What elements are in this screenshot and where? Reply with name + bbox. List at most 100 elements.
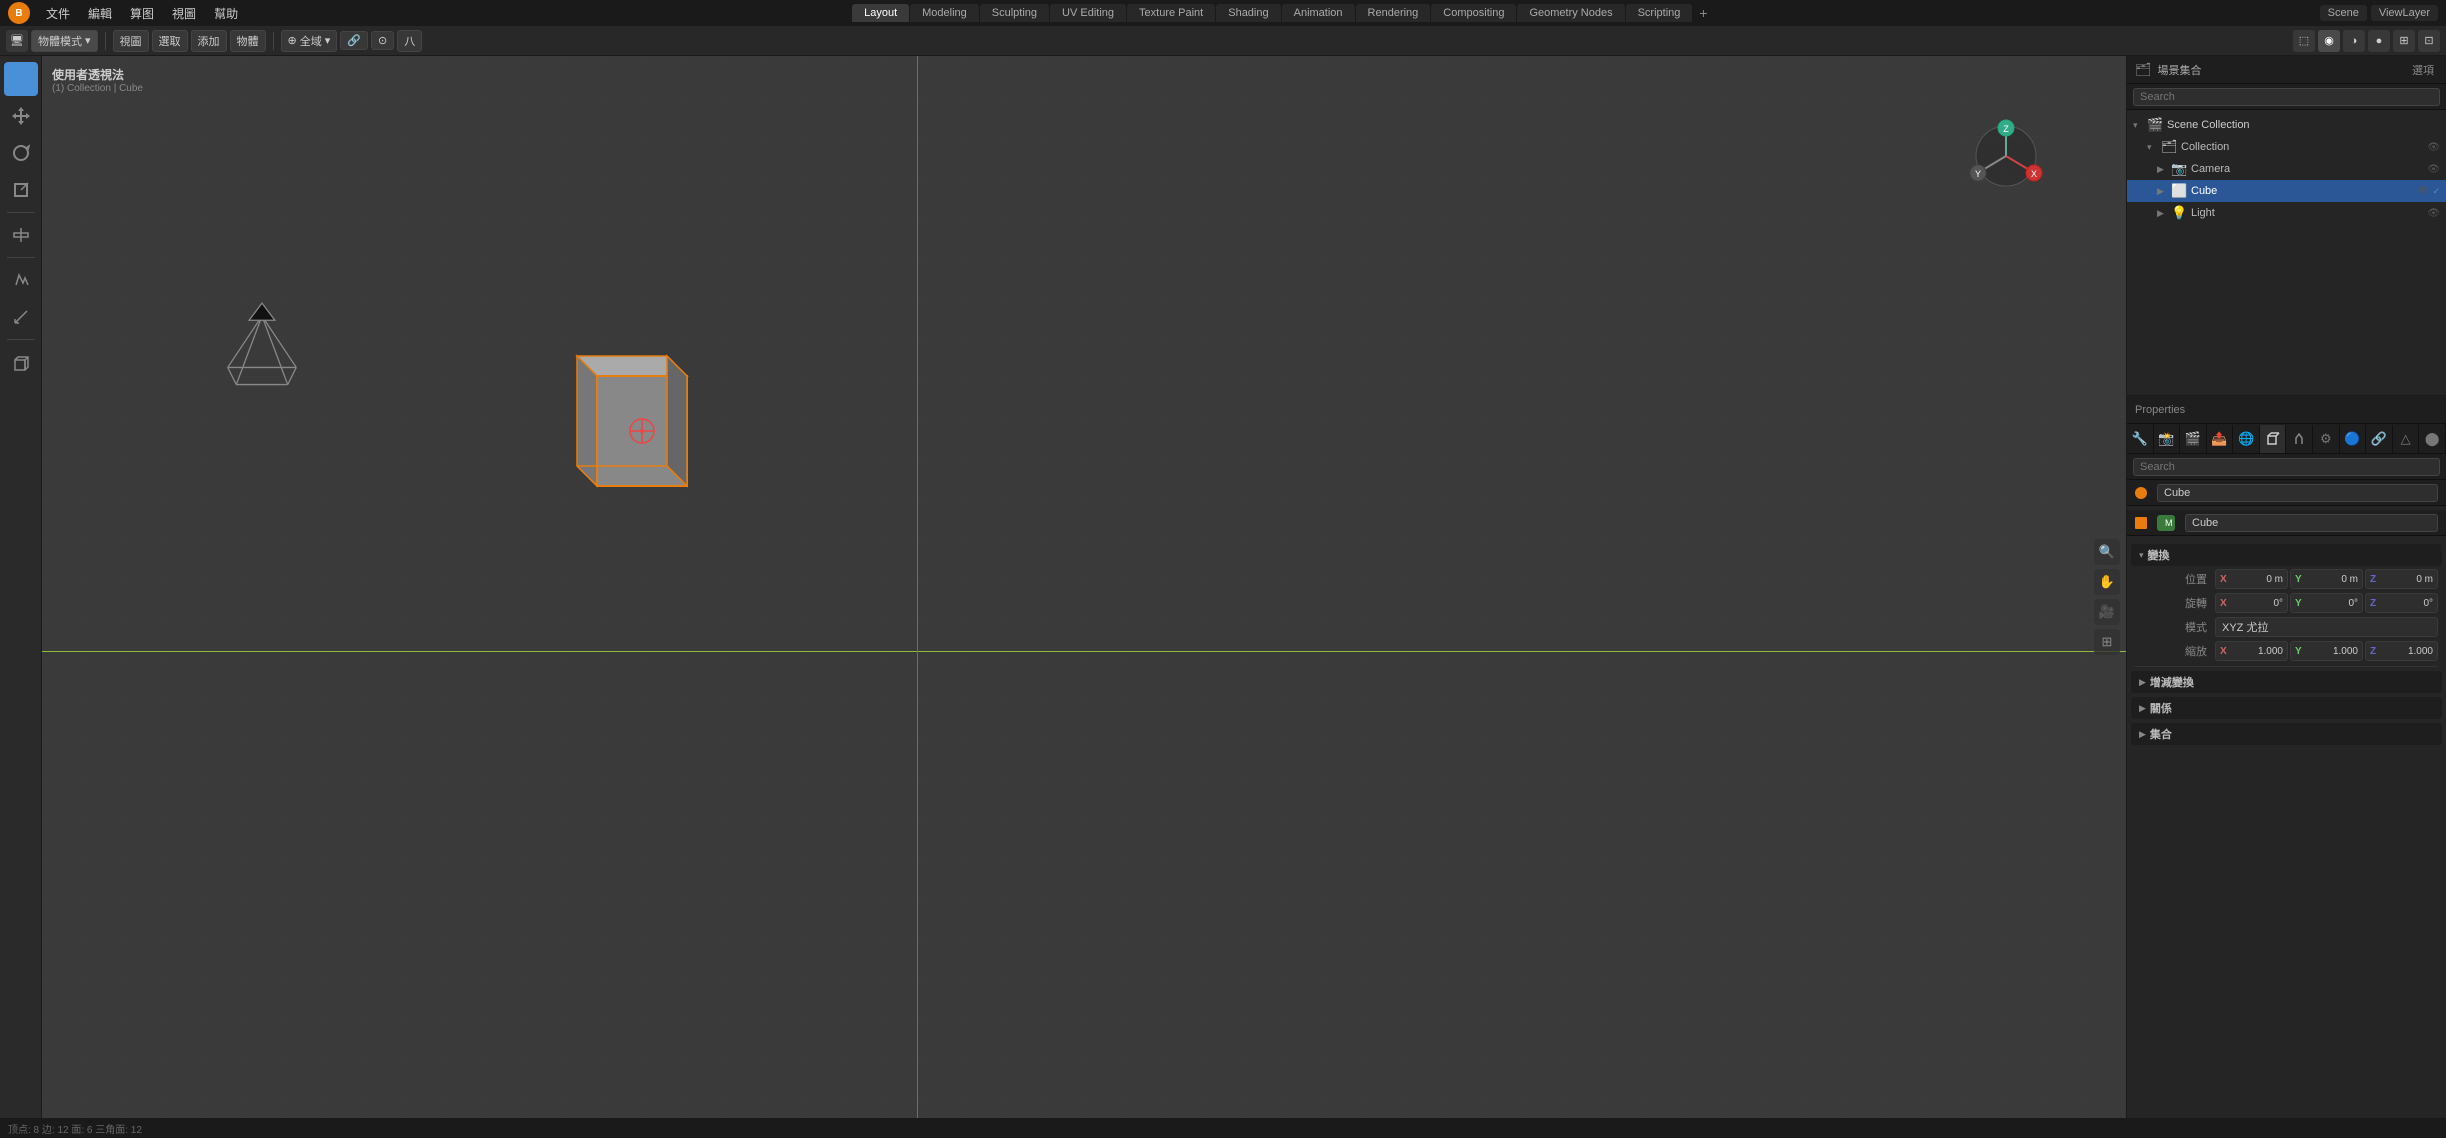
prop-tab-tool[interactable]: 🔧: [2127, 425, 2154, 453]
prop-tab-material[interactable]: ⬤: [2419, 425, 2446, 453]
properties-search-bar: [2127, 454, 2446, 480]
prop-tab-physics[interactable]: 🔵: [2340, 425, 2367, 453]
workspace-tab-uv-editing[interactable]: UV Editing: [1050, 4, 1126, 22]
top-menu-bar: B 文件 編輯 算图 視圖 幫助 Layout Modeling Sculpti…: [0, 0, 2446, 26]
rotation-z-field[interactable]: Z 0°: [2365, 593, 2438, 613]
editor-type-btn[interactable]: 🖥: [6, 30, 28, 52]
position-z-label: Z: [2370, 574, 2376, 585]
workspace-tab-compositing[interactable]: Compositing: [1431, 4, 1516, 22]
zoom-in-btn[interactable]: 🔍: [2094, 539, 2120, 565]
relations-header[interactable]: ▶ 關係: [2131, 697, 2442, 719]
add-menu-btn[interactable]: 添加: [191, 30, 227, 52]
position-x-field[interactable]: X 0 m: [2215, 569, 2288, 589]
collections-header[interactable]: ▶ 集合: [2131, 723, 2442, 745]
scene-selector[interactable]: Scene: [2320, 5, 2367, 21]
add-cube-tool-btn[interactable]: [4, 345, 38, 379]
main-layout: 視圖 選取 添加 物體 使用者透視法 (1) Collection | Cube: [0, 56, 2446, 1138]
scale-x-field[interactable]: X 1.000: [2215, 641, 2288, 661]
prop-tab-particles[interactable]: ⚙: [2313, 425, 2340, 453]
pivot-btn[interactable]: 八: [397, 30, 422, 52]
position-y-label: Y: [2295, 574, 2302, 585]
transform-section-header[interactable]: ▾ 變換: [2131, 544, 2442, 566]
viewport-gizmo-btn[interactable]: ⊡: [2418, 30, 2440, 52]
camera-icon: 📷: [2171, 161, 2187, 177]
annotate-tool-btn[interactable]: [4, 263, 38, 297]
measure-tool-btn[interactable]: [4, 300, 38, 334]
outliner-search-input[interactable]: [2133, 88, 2440, 106]
snap-btn[interactable]: 🔗: [340, 31, 368, 50]
workspace-tab-geometry-nodes[interactable]: Geometry Nodes: [1517, 4, 1624, 22]
view-menu-btn[interactable]: 視圖: [113, 30, 149, 52]
scale-tool-btn[interactable]: [4, 173, 38, 207]
menu-view[interactable]: 視圖: [164, 3, 204, 24]
rotate-tool-btn[interactable]: [4, 136, 38, 170]
prop-tab-modifier[interactable]: [2286, 425, 2313, 453]
workspace-tab-shading[interactable]: Shading: [1216, 4, 1280, 22]
prop-tab-render[interactable]: 🎬: [2180, 425, 2207, 453]
viewport-shading-btn-render[interactable]: ●: [2368, 30, 2390, 52]
object-menu-btn[interactable]: 物體: [230, 30, 266, 52]
workspace-tab-texture-paint[interactable]: Texture Paint: [1127, 4, 1215, 22]
transform-tool-btn[interactable]: [4, 218, 38, 252]
outliner-cube[interactable]: ▶ ⬜ Cube 👁 ✓: [2127, 180, 2446, 202]
prop-tab-constraints[interactable]: 🔗: [2366, 425, 2393, 453]
position-y-field[interactable]: Y 0 m: [2290, 569, 2363, 589]
outliner-camera[interactable]: ▶ 📷 Camera 👁: [2127, 158, 2446, 180]
add-workspace-button[interactable]: +: [1693, 3, 1713, 23]
prop-tab-object[interactable]: [2260, 425, 2287, 453]
app-logo: B: [8, 2, 30, 24]
object-mode-btn[interactable]: 物體模式 ▾: [31, 30, 98, 52]
viewport-shading-btn-solid[interactable]: ◉: [2318, 30, 2340, 52]
viewport[interactable]: 視圖 選取 添加 物體 使用者透視法 (1) Collection | Cube: [42, 56, 2126, 1138]
view-layer-selector[interactable]: ViewLayer: [2371, 5, 2438, 21]
scale-y-field[interactable]: Y 1.000: [2290, 641, 2363, 661]
transform-arrow-icon: ▾: [2139, 550, 2144, 561]
pan-btn[interactable]: ✋: [2094, 569, 2120, 595]
viewport-shading-btn-wire[interactable]: ⬚: [2293, 30, 2315, 52]
workspace-tab-modeling[interactable]: Modeling: [910, 4, 979, 22]
properties-panel: Properties 🔧 📸 🎬 📤 🌐: [2127, 396, 2446, 1138]
scale-z-field[interactable]: Z 1.000: [2365, 641, 2438, 661]
menu-edit[interactable]: 編輯: [80, 3, 120, 24]
position-row: 位置 X 0 m Y 0 m Z: [2131, 568, 2442, 590]
workspace-tab-animation[interactable]: Animation: [1282, 4, 1355, 22]
prop-tab-view-layer[interactable]: 🌐: [2233, 425, 2260, 453]
viewport-shading-btn-look[interactable]: ◑: [2343, 30, 2365, 52]
properties-search-input[interactable]: [2133, 458, 2440, 476]
object-data-name-input[interactable]: [2185, 514, 2438, 532]
properties-content: ▾ 變換 位置 X 0 m Y 0 m: [2127, 540, 2446, 1138]
status-text: 顶点: 8 边: 12 面: 6 三角面: 12: [8, 1121, 142, 1136]
outliner-scene-collection[interactable]: ▾ 🎬 Scene Collection: [2127, 114, 2446, 136]
prop-tab-data[interactable]: △: [2393, 425, 2420, 453]
camera-view-btn[interactable]: 🎥: [2094, 599, 2120, 625]
select-menu-btn[interactable]: 選取: [152, 30, 188, 52]
workspace-tab-layout[interactable]: Layout: [852, 4, 909, 22]
viewport-grid: [42, 56, 2126, 1138]
menu-file[interactable]: 文件: [38, 3, 78, 24]
rotation-x-field[interactable]: X 0°: [2215, 593, 2288, 613]
viewport-overlay-btn[interactable]: ⊞: [2393, 30, 2415, 52]
move-tool-btn[interactable]: [4, 99, 38, 133]
toolbar-separator-2: [273, 32, 274, 50]
prop-tab-output[interactable]: 📤: [2207, 425, 2234, 453]
workspace-tab-rendering[interactable]: Rendering: [1356, 4, 1431, 22]
workspace-tab-scripting[interactable]: Scripting: [1626, 4, 1693, 22]
global-local-btn[interactable]: ⊕ 全域 ▾: [281, 30, 338, 52]
ortho-view-btn[interactable]: ⊞: [2094, 629, 2120, 655]
outliner-options-btn[interactable]: 選項: [2408, 60, 2438, 80]
object-data-mode-btn[interactable]: M: [2157, 515, 2175, 531]
object-name-input[interactable]: [2157, 484, 2438, 502]
outliner-light[interactable]: ▶ 💡 Light 👁: [2127, 202, 2446, 224]
menu-render[interactable]: 算图: [122, 3, 162, 24]
delta-transform-header[interactable]: ▶ 增減變換: [2131, 671, 2442, 693]
position-z-field[interactable]: Z 0 m: [2365, 569, 2438, 589]
workspace-tab-sculpting[interactable]: Sculpting: [980, 4, 1049, 22]
menu-help[interactable]: 幫助: [206, 3, 246, 24]
axis-gizmo: Z X Y: [1966, 116, 2046, 199]
prop-tab-scene[interactable]: 📸: [2154, 425, 2181, 453]
cursor-tool-btn[interactable]: [4, 62, 38, 96]
proportional-btn[interactable]: ⊙: [371, 31, 394, 50]
outliner-collection[interactable]: ▾ 🗂 Collection 👁: [2127, 136, 2446, 158]
rotation-mode-field[interactable]: XYZ 尤拉: [2215, 617, 2438, 637]
rotation-y-field[interactable]: Y 0°: [2290, 593, 2363, 613]
